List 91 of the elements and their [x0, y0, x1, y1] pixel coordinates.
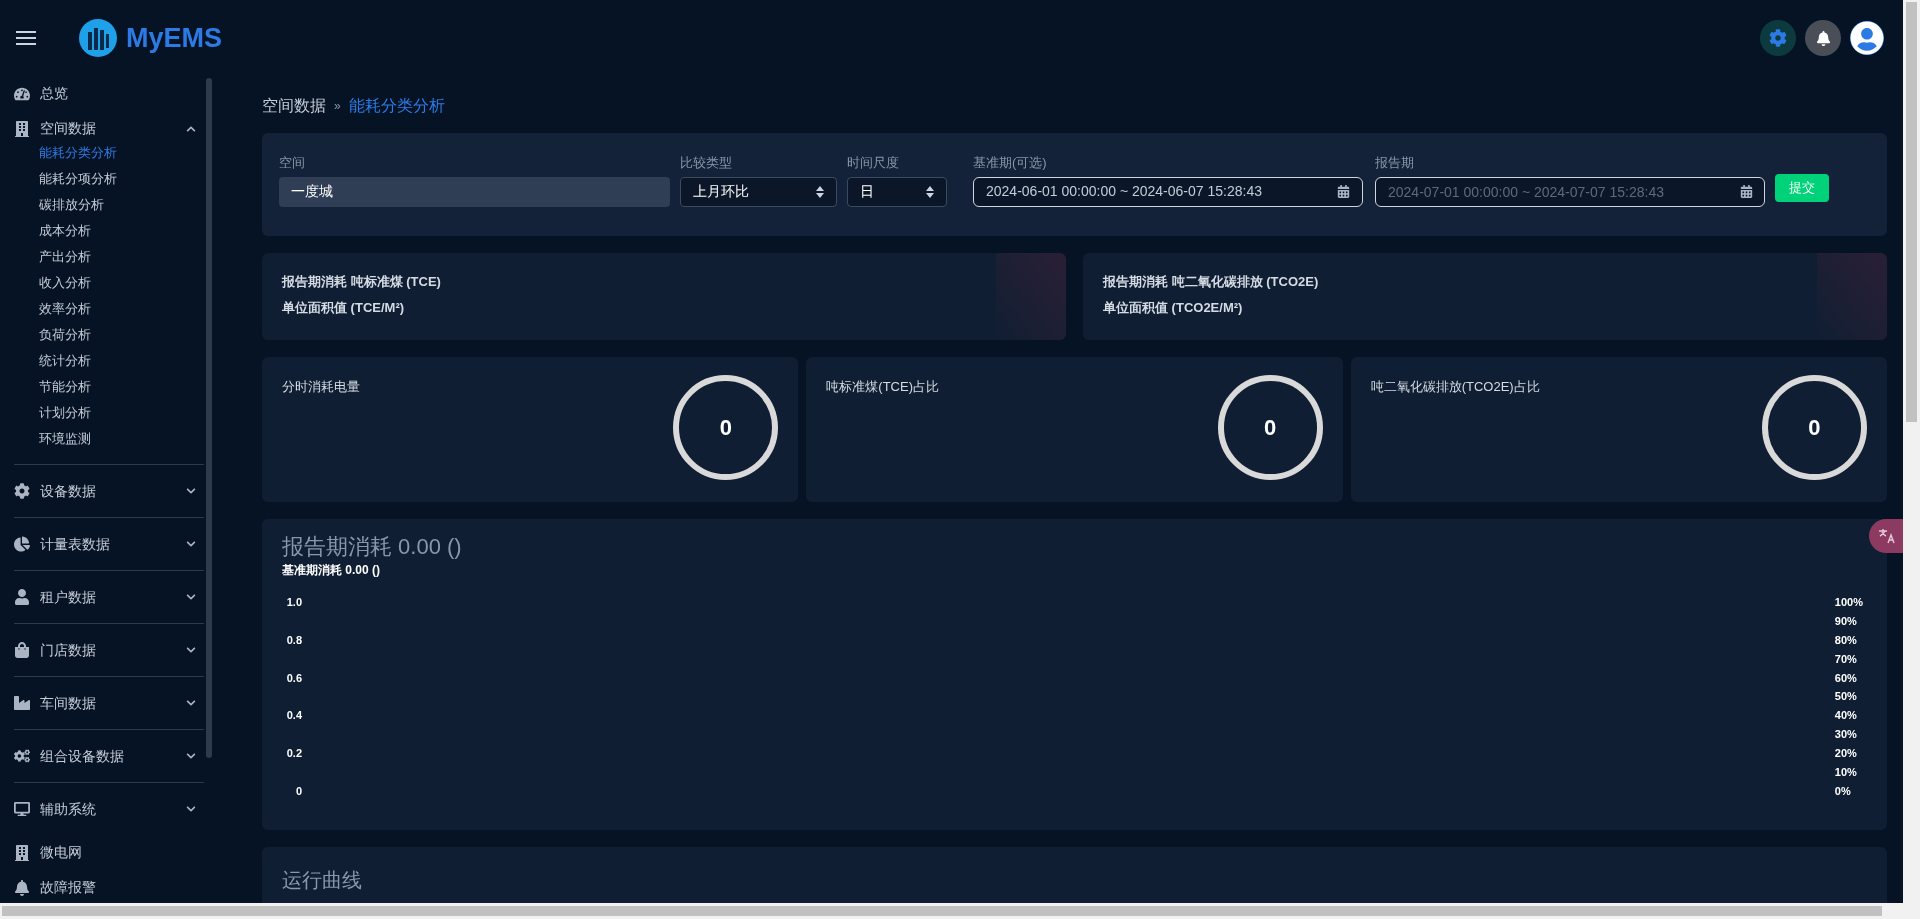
sidebar-item[interactable]: 车间数据: [14, 677, 204, 729]
sidebar-subitem[interactable]: 碳排放分析: [39, 192, 204, 218]
ring-gauge: 0: [1762, 375, 1867, 480]
sidebar-subitem[interactable]: 计划分析: [39, 400, 204, 426]
sidebar-item[interactable]: 设备数据: [14, 465, 204, 517]
axis-tick-label: 10%: [1834, 766, 1858, 778]
axis-tick-label: 0%: [1834, 784, 1852, 797]
time-scale-select[interactable]: 日: [847, 176, 947, 207]
gauge-icon: [14, 85, 30, 102]
sidebar-item[interactable]: 计量表数据: [14, 518, 204, 570]
horizontal-scrollbar[interactable]: [0, 903, 1920, 919]
axis-tick-label: 50%: [1834, 690, 1858, 703]
field-label: 报告期: [1375, 154, 1415, 172]
sidebar-subitem[interactable]: 环境监测: [39, 426, 204, 452]
kpi-subtitle: 单位面积值 (TCO2E/M²): [1103, 298, 1244, 317]
date-range-field[interactable]: 2024-06-01 00:00:00 ~ 2024-06-07 15:28:43: [973, 176, 1363, 207]
kpi-title: 报告期消耗 吨二氧化碳排放 (TCO2E): [1103, 273, 1320, 291]
bell-icon: [1815, 30, 1831, 46]
axis-tick-label: 100%: [1834, 596, 1863, 608]
axis-tick-label: 70%: [1834, 652, 1858, 665]
sidebar-subitem[interactable]: 成本分析: [39, 218, 204, 244]
ring-card-title: 吨标准煤(TCE)占比: [826, 378, 939, 396]
building-icon: [14, 120, 30, 137]
translate-icon[interactable]: [1869, 519, 1903, 553]
factory-icon: [14, 695, 30, 711]
sidebar-subitem[interactable]: 产出分析: [39, 244, 204, 270]
sort-icon: [816, 185, 824, 198]
axis-tick-label: 0.2: [286, 747, 302, 760]
axis-tick-label: 30%: [1834, 728, 1858, 741]
axis-tick-label: 90%: [1834, 614, 1858, 627]
chart-title: 报告期消耗 0.00 (): [282, 533, 463, 561]
bag-icon: [14, 642, 30, 658]
sidebar-item[interactable]: 组合设备数据: [14, 730, 204, 782]
breadcrumb-current: 能耗分类分析: [348, 96, 445, 116]
space-field[interactable]: 一度城: [279, 176, 670, 207]
breadcrumb-separator: »: [334, 98, 341, 115]
panel-title: 运行曲线: [282, 869, 362, 891]
calendar-icon: [1740, 184, 1753, 198]
logo-text: MyEMS: [126, 21, 223, 55]
ring-gauge: 0: [1217, 375, 1323, 480]
sidebar-item[interactable]: 总览: [14, 76, 204, 111]
axis-tick-label: 0.8: [286, 633, 302, 646]
sidebar-subitem[interactable]: 能耗分项分析: [39, 166, 204, 192]
calendar-icon: [1337, 185, 1350, 198]
axis-tick-label: 0.4: [286, 709, 302, 722]
user-icon: [1850, 21, 1884, 55]
sidebar-subitem[interactable]: 负荷分析: [39, 322, 204, 348]
sidebar-subitem[interactable]: 统计分析: [39, 348, 204, 374]
logo-icon: [78, 18, 118, 58]
settings-button[interactable]: [1760, 20, 1796, 56]
user-avatar[interactable]: [1850, 21, 1884, 55]
sidebar-item[interactable]: 故障报警: [14, 870, 204, 905]
date-range-field[interactable]: 2024-07-01 00:00:00 ~ 2024-07-07 15:28:43: [1375, 176, 1765, 207]
ring-card-title: 吨二氧化碳排放(TCO2E)占比: [1370, 378, 1540, 396]
axis-tick-label: 80%: [1834, 633, 1858, 646]
sidebar-item[interactable]: 辅助系统: [14, 783, 204, 835]
gear-icon: [14, 483, 30, 499]
axis-tick-label: 1.0: [286, 596, 302, 608]
sidebar-subitem[interactable]: 节能分析: [39, 374, 204, 400]
page-scrollbar[interactable]: [1903, 0, 1920, 903]
monitor-icon: [14, 801, 30, 817]
notification-button[interactable]: [1805, 20, 1841, 56]
field-label: 比较类型: [680, 154, 733, 172]
gears-icon: [14, 748, 30, 764]
field-label: 时间尺度: [847, 154, 900, 172]
axis-tick-label: 0.6: [286, 671, 302, 684]
axis-tick-label: 60%: [1834, 671, 1858, 684]
building-icon: [14, 844, 30, 861]
axis-tick-label: 20%: [1834, 747, 1858, 760]
breadcrumb-link[interactable]: 空间数据: [262, 94, 326, 118]
field-label: 基准期(可选): [973, 154, 1048, 172]
sidebar-subitem[interactable]: 效率分析: [39, 296, 204, 322]
ring-gauge: 0: [673, 375, 779, 480]
kpi-subtitle: 单位面积值 (TCE/M²): [282, 298, 406, 317]
sidebar-item[interactable]: 租户数据: [14, 571, 204, 623]
sidebar-item[interactable]: 门店数据: [14, 624, 204, 676]
compare-type-select[interactable]: 上月环比: [680, 176, 837, 207]
chart-subtitle: 基准期消耗 0.00 (): [282, 562, 381, 579]
axis-tick-label: 40%: [1834, 709, 1858, 722]
pie-chart-icon: [14, 536, 30, 552]
bell-icon: [14, 879, 30, 896]
sort-icon: [926, 185, 934, 198]
user-icon: [14, 589, 30, 605]
field-label: 空间: [279, 154, 306, 172]
kpi-title: 报告期消耗 吨标准煤 (TCE): [282, 273, 442, 291]
axis-tick-label: 0: [295, 785, 302, 797]
sidebar-item[interactable]: 微电网: [14, 835, 204, 870]
sidebar-scrollbar[interactable]: [206, 78, 212, 758]
settings-icon: [1769, 29, 1787, 47]
sidebar-subitem[interactable]: 收入分析: [39, 270, 204, 296]
ring-card-title: 分时消耗电量: [282, 378, 360, 396]
